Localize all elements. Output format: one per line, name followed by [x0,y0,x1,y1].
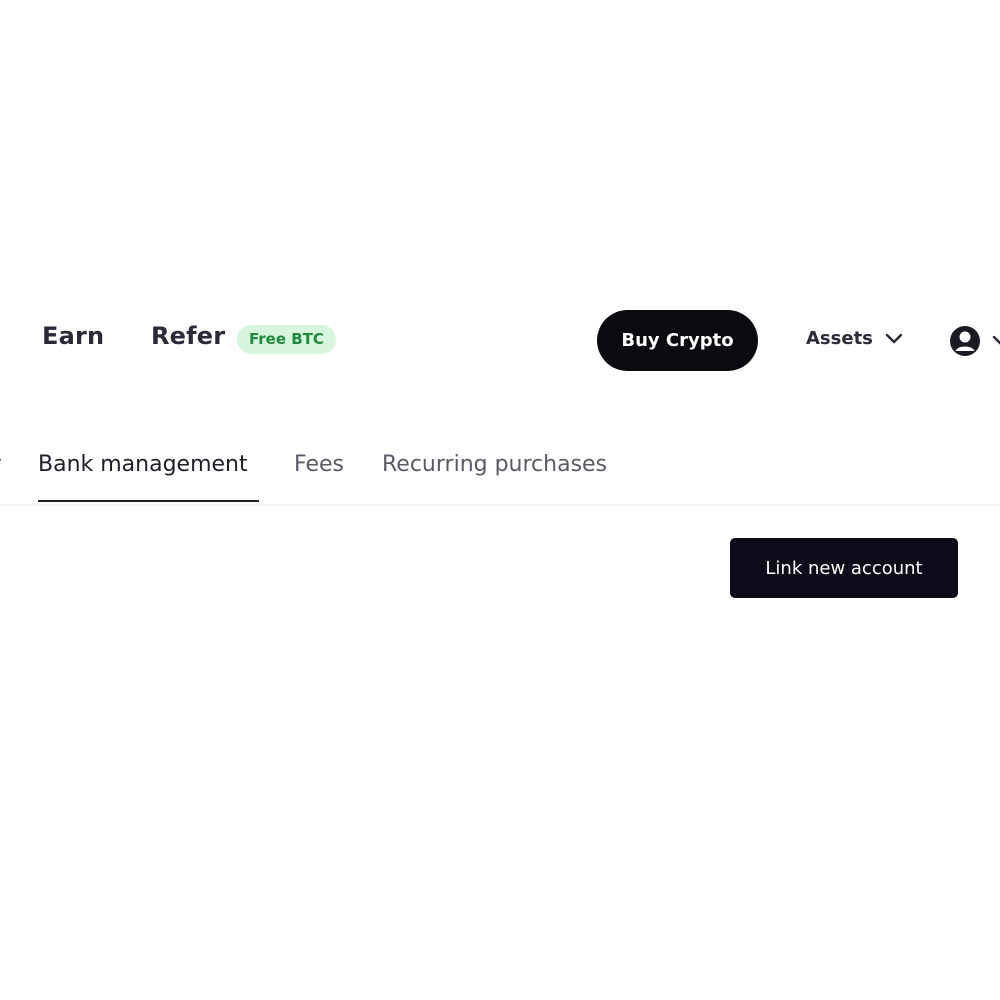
assets-menu[interactable]: Assets [806,328,903,349]
settings-tabs: r Bank management Fees Recurring purchas… [0,440,1000,506]
assets-menu-label: Assets [806,328,873,349]
tab-recurring-purchases[interactable]: Recurring purchases [382,452,607,477]
user-circle-icon [948,324,982,358]
account-menu[interactable] [948,324,1000,358]
page: Earn Refer Free BTC Buy Crypto Assets Ba… [0,0,1000,1000]
chevron-down-icon [992,335,1000,347]
tab-fees[interactable]: Fees [294,452,344,477]
tab-partial[interactable]: r [0,452,1,477]
chevron-down-icon [885,333,903,345]
nav-earn[interactable]: Earn [42,322,104,350]
buy-crypto-button[interactable]: Buy Crypto [597,310,758,371]
active-tab-indicator [38,500,259,502]
link-new-account-button[interactable]: Link new account [730,538,958,598]
nav-refer[interactable]: Refer [151,322,225,350]
free-btc-badge: Free BTC [237,325,336,354]
tab-bank-management[interactable]: Bank management [38,452,248,477]
